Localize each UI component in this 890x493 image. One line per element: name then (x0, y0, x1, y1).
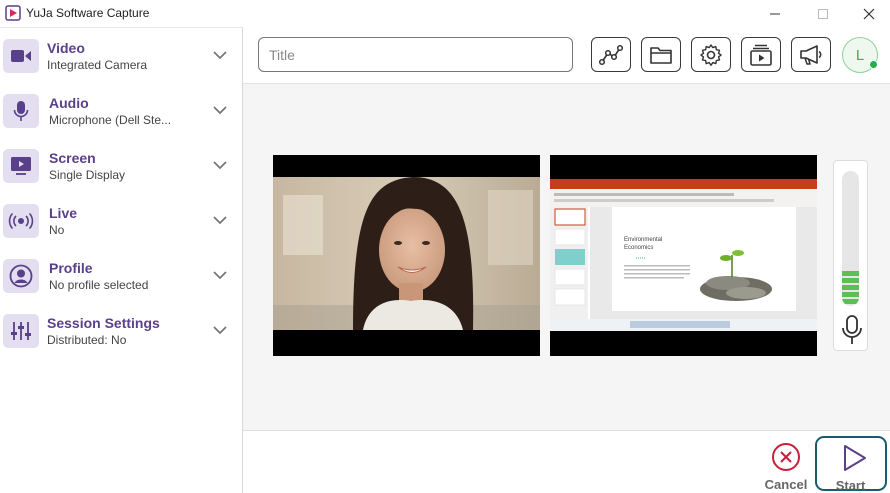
audio-icon-tile (3, 94, 39, 128)
chevron-down-icon[interactable] (212, 324, 228, 336)
audio-level-segment (842, 285, 859, 290)
folder-button[interactable] (641, 37, 681, 72)
cancel-button[interactable]: Cancel (760, 440, 812, 492)
session-settings-icon-tile (3, 314, 39, 348)
sidebar-item-subtitle: Integrated Camera (47, 58, 148, 72)
settings-button[interactable] (691, 37, 731, 72)
chevron-down-icon[interactable] (212, 269, 228, 281)
screen-icon-tile (3, 149, 39, 183)
sidebar-item-title: Video (47, 40, 85, 56)
audio-level-meter (842, 171, 859, 306)
analytics-icon (598, 44, 624, 65)
presence-status-indicator (869, 60, 878, 69)
settings-sidebar: Video Integrated Camera Audio Microphone… (0, 27, 243, 493)
announcements-button[interactable] (791, 37, 831, 72)
video-icon-tile (3, 39, 39, 73)
close-window-button[interactable] (846, 0, 890, 27)
gear-icon (700, 43, 722, 66)
camera-preview[interactable] (273, 155, 540, 356)
maximize-button[interactable] (800, 0, 846, 27)
screen-preview[interactable]: Environmental Economics (550, 155, 817, 356)
sidebar-item-audio[interactable]: Audio Microphone (Dell Ste... (0, 86, 242, 141)
sidebar-item-video[interactable]: Video Integrated Camera (0, 31, 242, 86)
profile-icon-tile (3, 259, 39, 293)
profile-icon (9, 264, 33, 288)
sidebar-item-subtitle: Single Display (49, 168, 126, 182)
microphone-icon[interactable] (841, 315, 863, 345)
folder-icon (650, 46, 672, 64)
title-bar: YuJa Software Capture (0, 0, 890, 27)
sidebar-item-subtitle: Microphone (Dell Ste... (49, 113, 172, 127)
microphone-icon (13, 101, 29, 121)
maximize-icon (818, 8, 828, 19)
broadcast-icon (8, 212, 34, 230)
slide-title-line2: Economics (624, 245, 653, 251)
chevron-down-icon[interactable] (212, 49, 228, 61)
close-icon (863, 8, 875, 19)
audio-level-segment (842, 278, 859, 283)
start-label: Start (835, 478, 866, 493)
sidebar-item-live[interactable]: Live No (0, 196, 242, 251)
media-library-icon (750, 44, 772, 66)
sidebar-item-title: Profile (49, 260, 93, 276)
audio-level-panel (833, 160, 868, 351)
play-icon (844, 445, 866, 471)
start-button[interactable]: Start (815, 436, 887, 493)
cancel-icon (772, 443, 800, 471)
sliders-icon (11, 322, 31, 340)
screen-capture-image: Environmental Economics (550, 179, 817, 331)
sidebar-item-profile[interactable]: Profile No profile selected (0, 251, 242, 306)
slide-title-line1: Environmental (624, 237, 662, 243)
sidebar-item-subtitle: No (49, 223, 65, 237)
minimize-button[interactable] (752, 0, 798, 27)
media-library-button[interactable] (741, 37, 781, 72)
megaphone-icon (800, 44, 822, 65)
audio-level-segment (842, 271, 859, 276)
sidebar-item-title: Live (49, 205, 78, 221)
chevron-down-icon[interactable] (212, 104, 228, 116)
camera-feed-image (273, 177, 540, 330)
sidebar-item-subtitle: No profile selected (49, 278, 149, 292)
audio-level-fill (842, 269, 859, 306)
sidebar-item-title: Audio (49, 95, 89, 111)
sidebar-item-session-settings[interactable]: Session Settings Distributed: No (0, 306, 242, 361)
analytics-button[interactable] (591, 37, 631, 72)
audio-level-segment (842, 299, 859, 304)
video-camera-icon (11, 50, 31, 62)
screen-icon (11, 157, 31, 175)
app-logo-icon (5, 5, 21, 21)
window-title: YuJa Software Capture (26, 6, 150, 20)
sidebar-item-title: Session Settings (47, 315, 160, 331)
cancel-label: Cancel (764, 477, 808, 492)
sidebar-item-screen[interactable]: Screen Single Display (0, 141, 242, 196)
live-icon-tile (3, 204, 39, 238)
avatar-initial: L (855, 46, 865, 64)
chevron-down-icon[interactable] (212, 214, 228, 226)
title-input[interactable] (258, 37, 573, 72)
chevron-down-icon[interactable] (212, 159, 228, 171)
audio-level-segment (842, 292, 859, 297)
sidebar-item-title: Screen (49, 150, 96, 166)
sidebar-item-subtitle: Distributed: No (47, 333, 127, 347)
minimize-icon (770, 13, 780, 14)
